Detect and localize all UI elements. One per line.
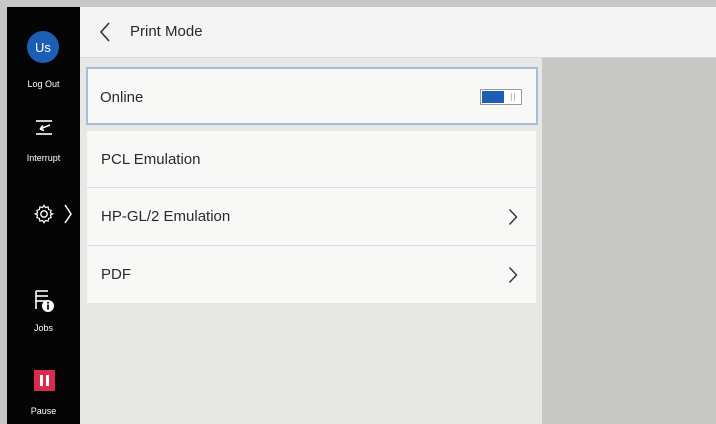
right-pane bbox=[542, 58, 716, 424]
chevron-right-icon bbox=[508, 209, 518, 225]
online-row[interactable]: Online bbox=[86, 67, 538, 125]
menu-item-label: PCL Emulation bbox=[101, 151, 201, 168]
menu-item-label: HP-GL/2 Emulation bbox=[101, 208, 231, 225]
online-label: Online bbox=[100, 89, 144, 106]
user-avatar[interactable]: Us bbox=[27, 31, 59, 63]
chevron-right-icon bbox=[508, 267, 518, 283]
menu-item-pcl-emulation[interactable]: PCL Emulation bbox=[87, 131, 536, 187]
back-icon[interactable] bbox=[94, 20, 118, 44]
chevron-right-icon[interactable] bbox=[63, 203, 73, 225]
menu-item-pdf[interactable]: PDF bbox=[87, 246, 536, 303]
pause-icon[interactable] bbox=[34, 370, 55, 391]
interrupt-label[interactable]: Interrupt bbox=[7, 153, 80, 163]
page-title: Print Mode bbox=[130, 23, 203, 40]
menu-item-label: PDF bbox=[101, 266, 131, 283]
online-toggle[interactable] bbox=[480, 89, 522, 105]
gear-icon[interactable] bbox=[33, 203, 55, 225]
jobs-label[interactable]: Jobs bbox=[7, 323, 80, 333]
pause-label[interactable]: Pause bbox=[7, 406, 80, 416]
header-bar: Print Mode bbox=[80, 7, 716, 58]
logout-label[interactable]: Log Out bbox=[7, 79, 80, 89]
jobs-info-icon[interactable] bbox=[32, 287, 56, 313]
interrupt-icon[interactable] bbox=[32, 115, 56, 139]
menu-item-hpgl2-emulation[interactable]: HP-GL/2 Emulation bbox=[87, 188, 536, 245]
sidebar: Us Log Out Interrupt Jobs Pause bbox=[7, 7, 80, 424]
